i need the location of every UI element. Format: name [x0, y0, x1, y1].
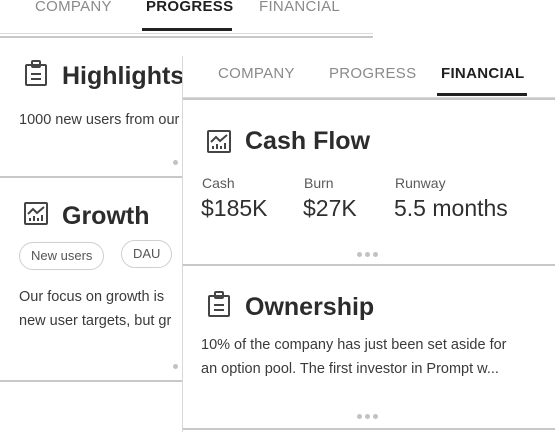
chip-dau[interactable]: DAU [121, 240, 173, 268]
financial-panel: COMPANY PROGRESS FINANCIAL Cash Flow Cas… [182, 56, 555, 432]
tab-progress[interactable]: PROGRESS [329, 65, 416, 82]
growth-text-line2: new user targets, but gr [19, 313, 172, 329]
ownership-title: Ownership [245, 293, 375, 321]
ownership-text-line1: 10% of the company has just been set asi… [201, 337, 507, 353]
chip-new-users[interactable]: New users [19, 242, 105, 270]
active-tab-indicator [437, 93, 527, 96]
chart-icon [205, 127, 233, 155]
tab-progress[interactable]: PROGRESS [146, 0, 233, 15]
active-tab-indicator [142, 28, 232, 31]
more-dots[interactable] [357, 244, 381, 260]
clipboard-icon [22, 59, 50, 87]
more-dots[interactable] [173, 356, 181, 372]
highlights-title: Highlights [62, 62, 185, 90]
tab-company[interactable]: COMPANY [218, 65, 295, 82]
more-dots[interactable] [173, 152, 181, 168]
card-divider [183, 428, 555, 430]
cash-flow-card: Cash Flow Cash $185K Burn $27K Runway 5.… [183, 98, 555, 268]
tab-financial[interactable]: FINANCIAL [441, 65, 525, 82]
stat-cash-label: Cash [202, 175, 235, 191]
highlights-text: 1000 new users from our [19, 112, 180, 128]
ownership-text-line2: an option pool. The first investor in Pr… [201, 361, 499, 377]
tab-financial[interactable]: FINANCIAL [259, 0, 340, 15]
more-dots[interactable] [357, 406, 381, 422]
cash-flow-title: Cash Flow [245, 127, 371, 155]
stat-runway-value: 5.5 months [394, 195, 508, 221]
stat-burn-value: $27K [303, 195, 357, 221]
growth-title: Growth [62, 202, 150, 230]
stat-burn-label: Burn [304, 175, 334, 191]
stat-runway-label: Runway [395, 175, 446, 191]
ownership-card: Ownership 10% of the company has just be… [183, 264, 555, 424]
growth-text-line1: Our focus on growth is [19, 289, 165, 305]
stat-cash-value: $185K [201, 195, 268, 221]
tab-bar: COMPANY PROGRESS FINANCIAL [183, 56, 555, 98]
clipboard-icon [205, 290, 233, 318]
chart-icon [22, 199, 50, 227]
tab-bar: COMPANY PROGRESS FINANCIAL [0, 0, 373, 40]
tab-baseline [0, 33, 373, 34]
tab-company[interactable]: COMPANY [35, 0, 112, 15]
